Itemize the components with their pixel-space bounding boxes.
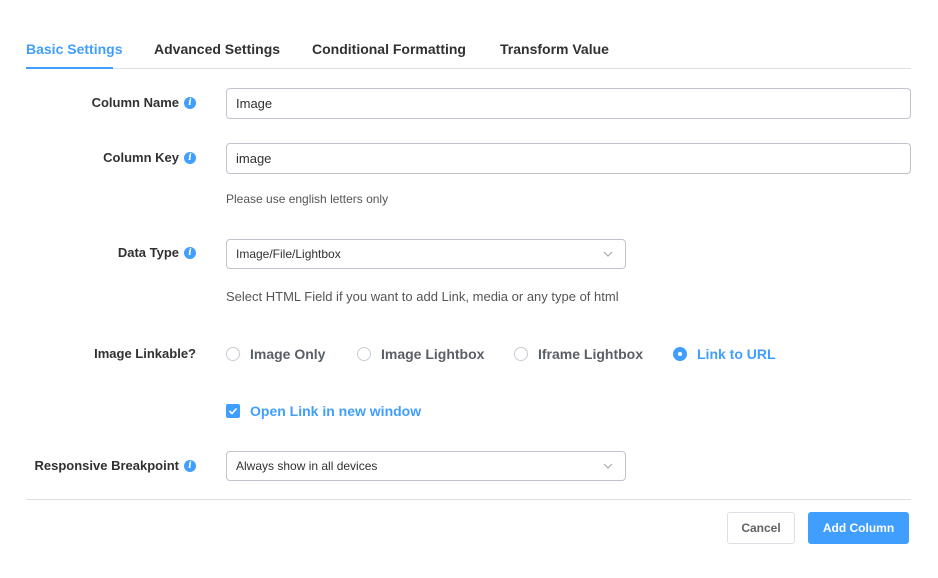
check-icon[interactable]	[226, 404, 240, 418]
radio-label: Image Lightbox	[381, 346, 485, 362]
info-icon[interactable]: i	[184, 96, 196, 109]
column-key-value: image	[236, 151, 272, 166]
radio-label: Iframe Lightbox	[538, 346, 644, 362]
radio-link-to-url[interactable]: Link to URL	[673, 346, 776, 362]
chevron-down-icon	[603, 463, 613, 469]
active-tab-indicator	[26, 67, 113, 69]
responsive-breakpoint-label-text: Responsive Breakpoint	[34, 458, 180, 473]
radio-circle-checked[interactable]	[673, 347, 687, 361]
data-type-selected: Image/File/Lightbox	[236, 247, 341, 261]
tab-advanced-settings[interactable]: Advanced Settings	[154, 41, 280, 57]
radio-label: Image Only	[250, 346, 326, 362]
radio-label: Link to URL	[697, 346, 776, 362]
tab-conditional-formatting[interactable]: Conditional Formatting	[312, 41, 466, 57]
responsive-breakpoint-selected: Always show in all devices	[236, 459, 378, 473]
column-name-value: Image	[236, 96, 273, 111]
data-type-select[interactable]: Image/File/Lightbox	[226, 239, 626, 269]
column-key-label-text: Column Key	[103, 150, 179, 165]
chevron-down-icon	[603, 251, 613, 257]
open-link-new-window-checkbox[interactable]: Open Link in new window	[226, 403, 421, 419]
data-type-label: Data Type i	[118, 245, 196, 260]
info-icon[interactable]: i	[184, 151, 196, 164]
radio-circle[interactable]	[226, 347, 240, 361]
radio-circle[interactable]	[357, 347, 371, 361]
open-link-label: Open Link in new window	[250, 403, 422, 419]
responsive-breakpoint-label: Responsive Breakpoint i	[34, 458, 196, 473]
footer-divider	[26, 499, 911, 500]
data-type-help: Select HTML Field if you want to add Lin…	[226, 289, 619, 304]
column-name-input[interactable]: Image	[226, 88, 911, 119]
tab-transform-value[interactable]: Transform Value	[500, 41, 609, 57]
radio-image-lightbox[interactable]: Image Lightbox	[357, 346, 484, 362]
settings-tabs: Basic Settings Advanced Settings Conditi…	[26, 28, 911, 69]
add-column-button[interactable]: Add Column	[808, 512, 909, 544]
image-linkable-label: Image Linkable?	[94, 346, 196, 361]
column-name-label: Column Name i	[92, 95, 196, 110]
column-key-input[interactable]: image	[226, 143, 911, 174]
radio-iframe-lightbox[interactable]: Iframe Lightbox	[514, 346, 643, 362]
data-type-label-text: Data Type	[117, 245, 179, 260]
info-icon[interactable]: i	[184, 246, 196, 259]
responsive-breakpoint-select[interactable]: Always show in all devices	[226, 451, 626, 481]
image-linkable-label-text: Image Linkable?	[94, 346, 196, 361]
cancel-button[interactable]: Cancel	[727, 512, 795, 544]
info-icon[interactable]: i	[184, 459, 196, 472]
tab-basic-settings[interactable]: Basic Settings	[26, 41, 122, 57]
column-key-help: Please use english letters only	[226, 192, 389, 206]
column-key-label: Column Key i	[103, 150, 196, 165]
column-name-label-text: Column Name	[91, 95, 179, 110]
radio-image-only[interactable]: Image Only	[226, 346, 325, 362]
radio-circle[interactable]	[514, 347, 528, 361]
